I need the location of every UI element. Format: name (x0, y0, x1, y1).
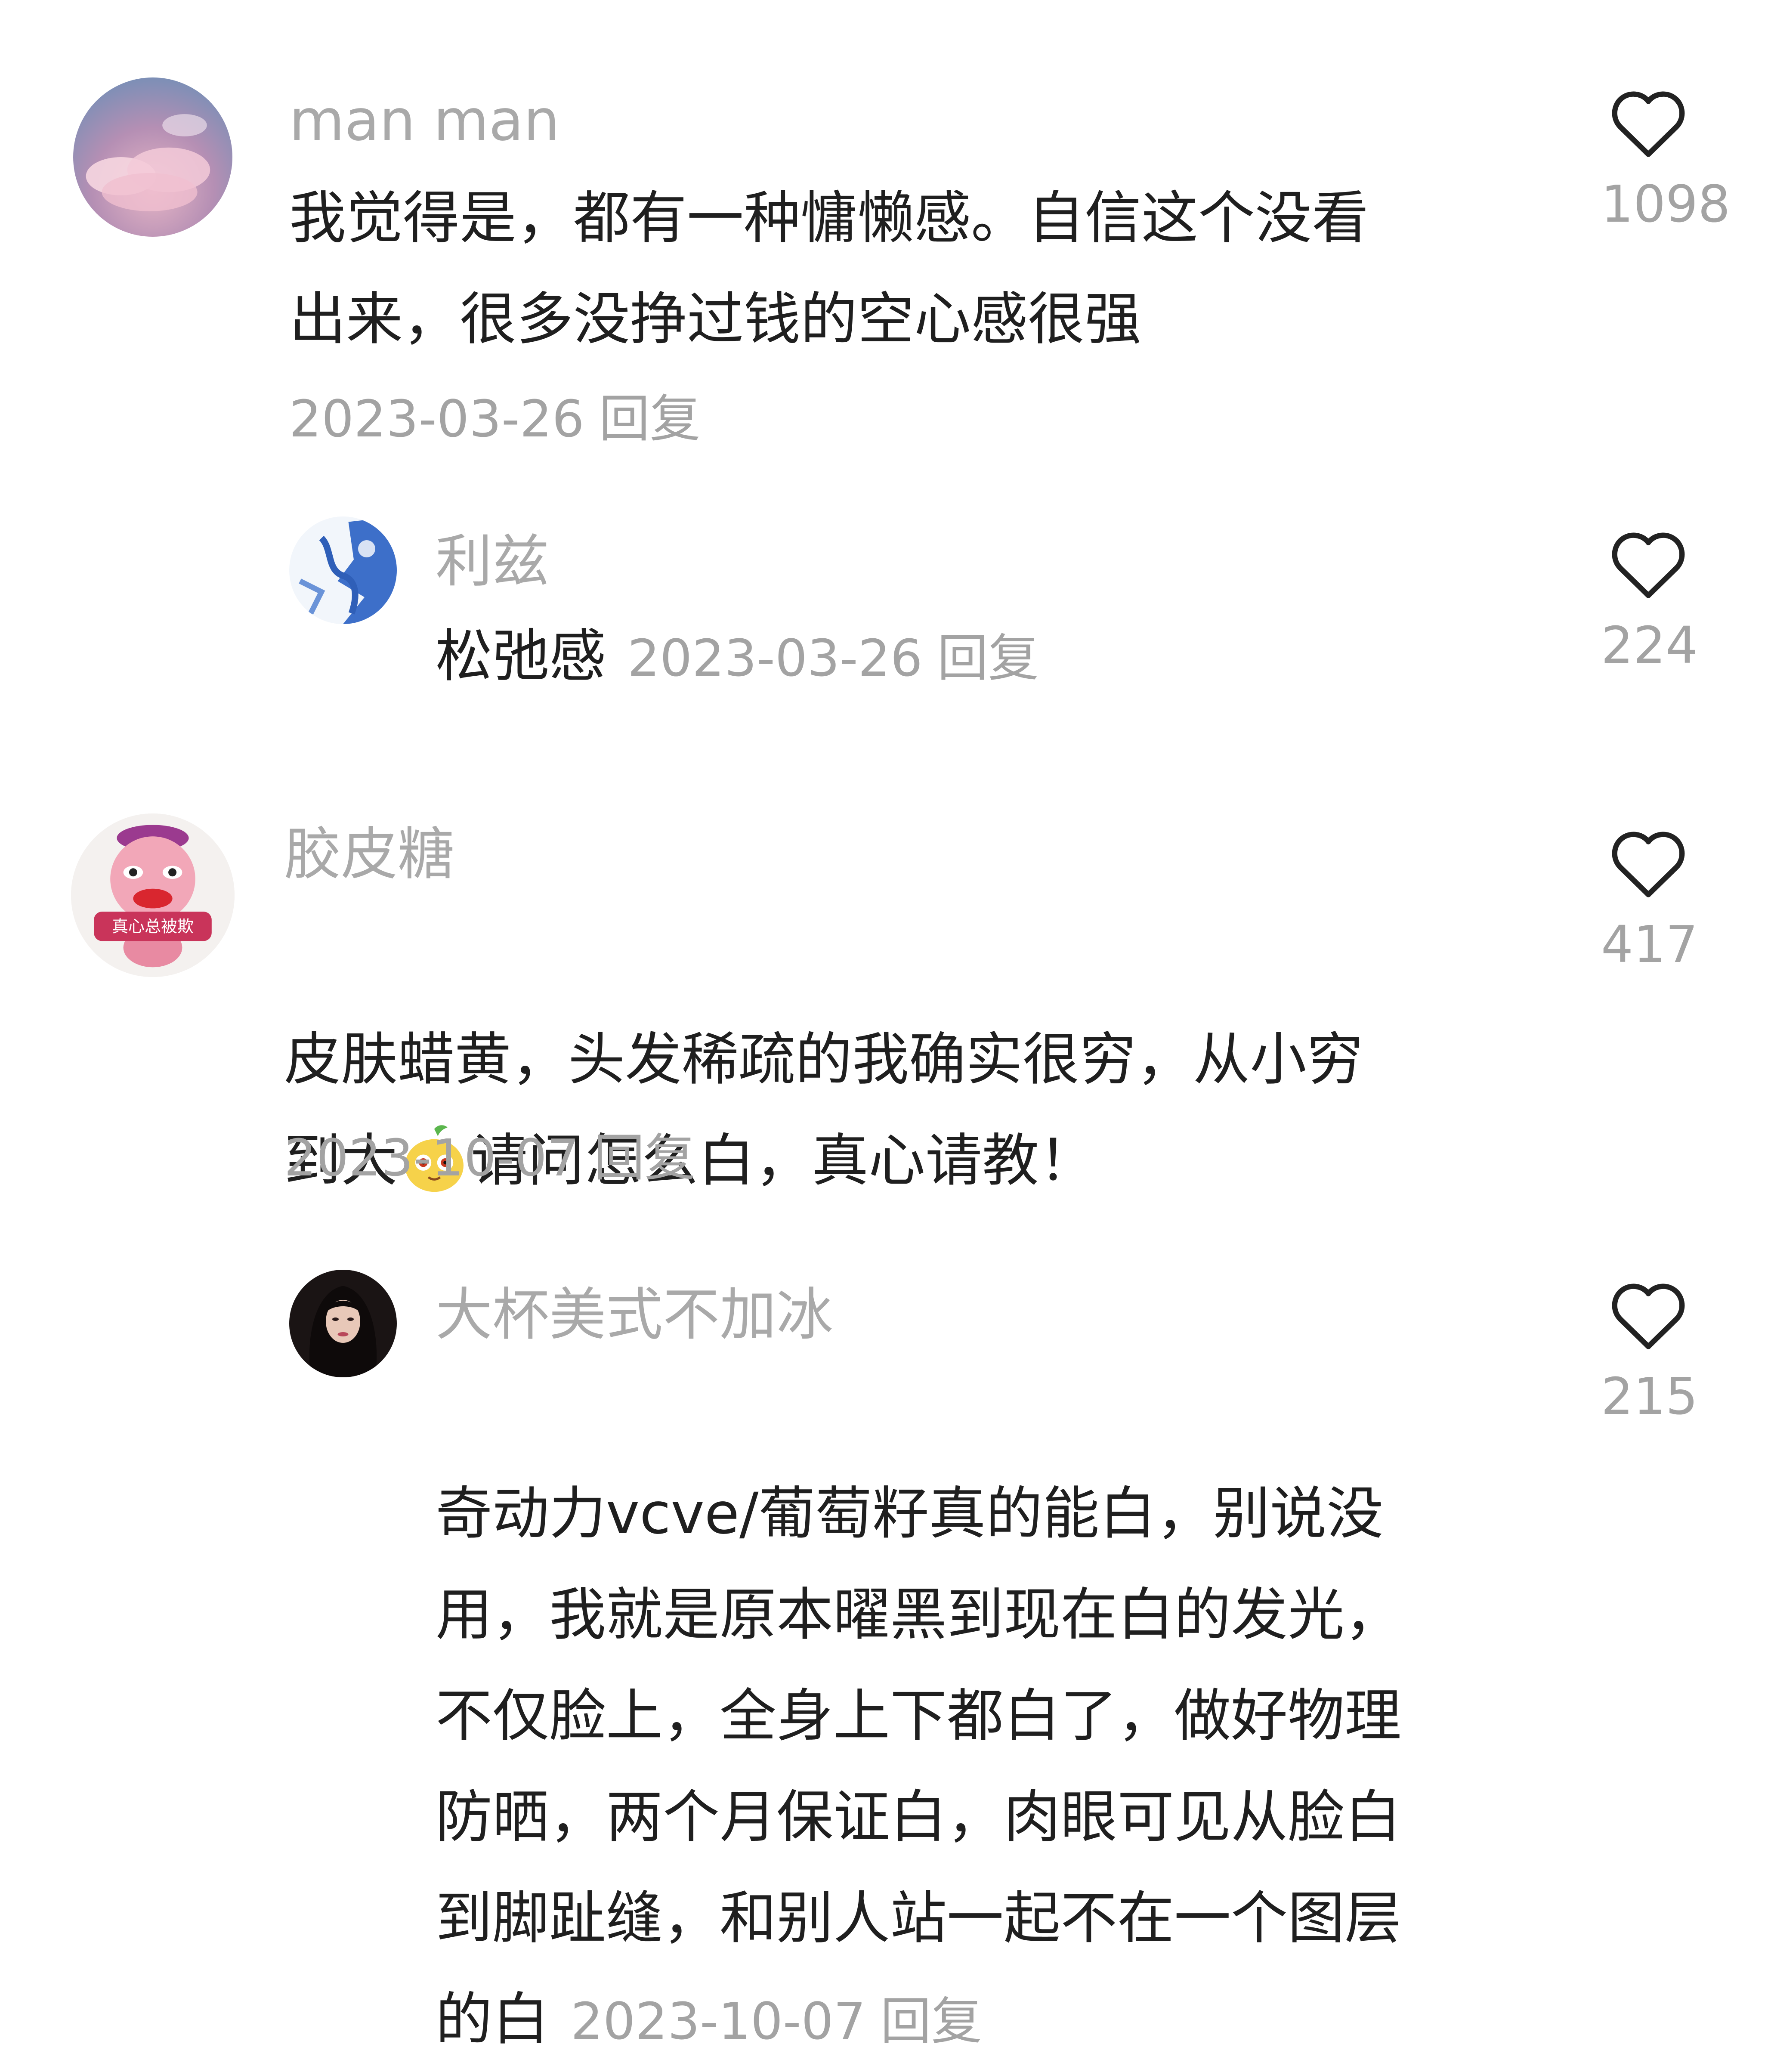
pink-pig-avatar-icon: 真心总被欺 (71, 813, 235, 977)
reply-button[interactable]: 回复 (937, 628, 1039, 688)
like-button[interactable]: 224 (1601, 527, 1698, 675)
woman-portrait-avatar-icon (289, 1270, 397, 1377)
comment-username[interactable]: 胶皮糖 (284, 820, 454, 889)
avatar-caption: 真心总被欺 (112, 917, 194, 936)
like-count: 224 (1601, 615, 1698, 675)
reply-text-body: 奇动力vcve/葡萄籽真的能白，别说没 用，我就是原本曜黑到现在白的发光， 不仅… (436, 1481, 1401, 2053)
reply-date: 2023-03-26 (627, 628, 923, 688)
comment-date: 2023-03-26 (289, 389, 584, 448)
reply-text: 奇动力vcve/葡萄籽真的能白，别说没 用，我就是原本曜黑到现在白的发光， 不仅… (436, 1362, 1576, 2072)
avatar[interactable] (73, 77, 232, 237)
heart-icon (1612, 832, 1685, 897)
avatar[interactable] (289, 516, 397, 624)
reply-body: 松弛感 2023-03-26 回复 (436, 620, 1039, 695)
comment-meta: 2023-10-07 回复 (284, 1128, 695, 1188)
reply-date: 2023-10-07 (571, 1992, 866, 2051)
like-count: 417 (1601, 915, 1698, 974)
reply-button[interactable]: 回复 (599, 389, 701, 448)
comment-text: 我觉得是，都有一种慵懒感。自信这个没看 出来，很多没挣过钱的空心感很强 (289, 185, 1369, 353)
cloud-sky-avatar-icon (73, 77, 232, 237)
comment-date: 2023-10-07 (284, 1128, 579, 1188)
blue-illustration-avatar-icon (289, 516, 397, 624)
comment-username[interactable]: man man (289, 86, 559, 155)
like-button[interactable]: 417 (1601, 826, 1698, 974)
like-button[interactable]: 215 (1601, 1278, 1698, 1426)
reply-username[interactable]: 利兹 (436, 527, 549, 596)
comment-meta: 2023-03-26 回复 (289, 389, 701, 449)
avatar[interactable]: 真心总被欺 (71, 813, 235, 977)
reply-button[interactable]: 回复 (594, 1128, 695, 1188)
reply-button[interactable]: 回复 (881, 1992, 982, 2051)
reply-username[interactable]: 大杯美式不加冰 (436, 1280, 833, 1349)
heart-icon (1612, 91, 1685, 157)
reply-text: 松弛感 (436, 623, 606, 690)
like-button[interactable]: 1098 (1601, 86, 1731, 234)
heart-icon (1612, 1283, 1685, 1349)
heart-icon (1612, 532, 1685, 598)
avatar[interactable] (289, 1270, 397, 1377)
like-count: 215 (1601, 1367, 1698, 1426)
like-count: 1098 (1601, 174, 1731, 234)
